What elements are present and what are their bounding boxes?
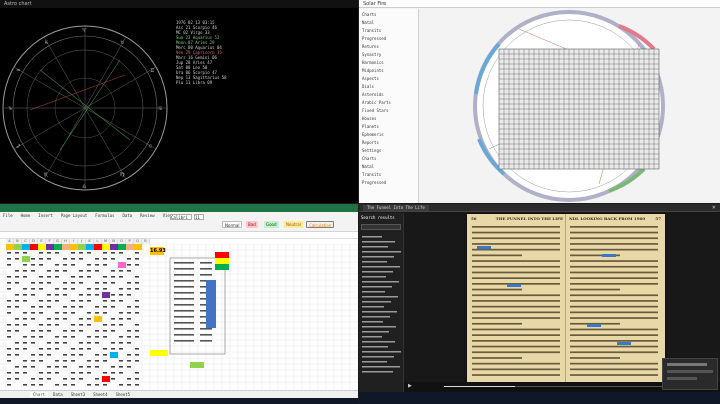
ribbon-tab[interactable]: Insert: [38, 213, 52, 218]
search-panel-title: Search results: [361, 215, 395, 220]
side-item[interactable]: Settings: [362, 147, 415, 155]
side-item[interactable]: Returns: [362, 43, 415, 51]
toast-line: [667, 377, 697, 380]
svg-text:♈: ♈: [82, 28, 87, 34]
book-gutter: [565, 214, 566, 384]
side-item[interactable]: Asteroids: [362, 91, 415, 99]
astro-wheel-window: Astro chart ♈ ♉ ♊ ♋ ♌ ♍ ♎ ♏ ♐ ♑ ♒ ♓ 1976 02 13 03…: [0, 0, 358, 203]
ribbon-tab[interactable]: File: [3, 213, 13, 218]
cell-grid[interactable]: [0, 244, 358, 390]
svg-text:♐: ♐: [16, 144, 20, 150]
ribbon-tab[interactable]: Formulas: [95, 213, 114, 218]
play-icon[interactable]: ▶: [408, 383, 412, 389]
search-panel: Search results: [359, 213, 404, 392]
ribbon-tab[interactable]: Home: [21, 213, 31, 218]
style-neutral[interactable]: Neutral: [284, 221, 303, 228]
svg-text:♏: ♏: [44, 172, 49, 178]
browser-tab-bar: The Funnel Into The Life ✕: [359, 204, 720, 212]
side-item[interactable]: Charts: [362, 11, 415, 19]
svg-text:♑: ♑: [8, 106, 12, 112]
ribbon-tab[interactable]: Page Layout: [61, 213, 88, 218]
info-line: Plu 11 Libra 09: [176, 80, 213, 85]
sheet-tabs-bar: Chart Data Sheet3 Sheet4 Sheet5: [0, 390, 358, 398]
notification-toast[interactable]: [662, 358, 718, 390]
taskbar: [359, 392, 720, 404]
side-item[interactable]: Natal: [362, 19, 415, 27]
side-panel: Charts Natal Transits Progressed Returns…: [359, 9, 419, 203]
side-item[interactable]: Aspects: [362, 75, 415, 83]
ribbon: File Home Insert Page Layout Formulas Da…: [0, 212, 358, 232]
svg-text:♒: ♒: [16, 68, 21, 74]
taskbar: [0, 398, 358, 404]
right-page-title: NDL LOOKING BACK FROM 1960: [569, 216, 646, 221]
close-icon[interactable]: ✕: [712, 205, 716, 211]
sheet-tab[interactable]: Sheet4: [90, 392, 110, 397]
book-text-lines: [472, 226, 658, 376]
aspect-wheel: [473, 10, 665, 202]
right-page-header: NDL LOOKING BACK FROM 1960 57: [569, 216, 661, 222]
left-page-title: THE FUNNEL INTO THE LIFE: [495, 216, 563, 221]
sheet-tab[interactable]: Sheet5: [113, 392, 133, 397]
left-page-header: 56 THE FUNNEL INTO THE LIFE: [471, 216, 563, 222]
ribbon-tab[interactable]: Data: [123, 213, 133, 218]
right-page-number: 57: [655, 216, 661, 221]
side-item[interactable]: Reports: [362, 139, 415, 147]
chart-info-panel: 1976 02 13 03:15 Asc 21 Scorpio 46 MC 02…: [176, 20, 227, 85]
side-item[interactable]: Fixed Stars: [362, 107, 415, 115]
excel-title-bar: [0, 204, 358, 212]
style-calculation[interactable]: Calculation: [306, 221, 335, 228]
search-input[interactable]: [361, 224, 401, 230]
svg-text:♍: ♍: [120, 172, 125, 178]
highlight-cell[interactable]: 16.93: [150, 247, 166, 255]
book-spread: 56 THE FUNNEL INTO THE LIFE NDL LOOKING B…: [467, 214, 665, 384]
side-item[interactable]: Dials: [362, 83, 415, 91]
toast-line: [667, 363, 707, 366]
svg-text:♋: ♋: [158, 106, 162, 112]
search-results: [362, 236, 401, 373]
browser-tab[interactable]: The Funnel Into The Life: [363, 205, 429, 211]
side-item[interactable]: Houses: [362, 115, 415, 123]
side-item[interactable]: Natal: [362, 163, 415, 171]
progress-fill: [444, 386, 515, 387]
window-title: Solar Fire: [363, 1, 387, 7]
sheet-tab[interactable]: Chart: [30, 392, 49, 397]
svg-text:♎: ♎: [82, 184, 87, 190]
svg-text:♉: ♉: [120, 40, 125, 46]
side-item[interactable]: Ephemeris: [362, 131, 415, 139]
svg-text:♊: ♊: [150, 68, 155, 74]
sheet-tab[interactable]: Sheet3: [68, 392, 88, 397]
side-item[interactable]: Charts: [362, 155, 415, 163]
astrology-app-window: Solar Fire Charts Natal Transits Progres…: [359, 0, 720, 203]
left-page-number: 56: [471, 216, 477, 221]
sheet-tab[interactable]: Data: [50, 392, 66, 397]
font-size-box[interactable]: 11: [194, 214, 204, 220]
pdf-viewer-window: The Funnel Into The Life ✕ Search result…: [359, 204, 720, 404]
side-item[interactable]: Transits: [362, 27, 415, 35]
progress-track[interactable]: [444, 386, 680, 387]
svg-text:♓: ♓: [44, 40, 48, 46]
style-bad[interactable]: Bad: [246, 221, 258, 228]
side-item[interactable]: Harmonics: [362, 59, 415, 67]
ribbon-tab[interactable]: Review: [140, 213, 154, 218]
side-item[interactable]: Progressed: [362, 179, 415, 187]
side-item[interactable]: Midpoints: [362, 67, 415, 75]
side-item[interactable]: Progressed: [362, 35, 415, 43]
toast-line: [667, 370, 713, 373]
side-item[interactable]: Planets: [362, 123, 415, 131]
side-item[interactable]: Arabic Parts: [362, 99, 415, 107]
side-item[interactable]: Synastry: [362, 51, 415, 59]
spreadsheet-window: File Home Insert Page Layout Formulas Da…: [0, 204, 358, 404]
style-normal[interactable]: Normal: [222, 221, 243, 228]
svg-text:♌: ♌: [148, 144, 152, 150]
font-name-box[interactable]: Calibri: [170, 214, 192, 220]
side-item[interactable]: Transits: [362, 171, 415, 179]
style-good[interactable]: Good: [264, 221, 279, 228]
window-title-bar: Solar Fire: [359, 0, 720, 8]
